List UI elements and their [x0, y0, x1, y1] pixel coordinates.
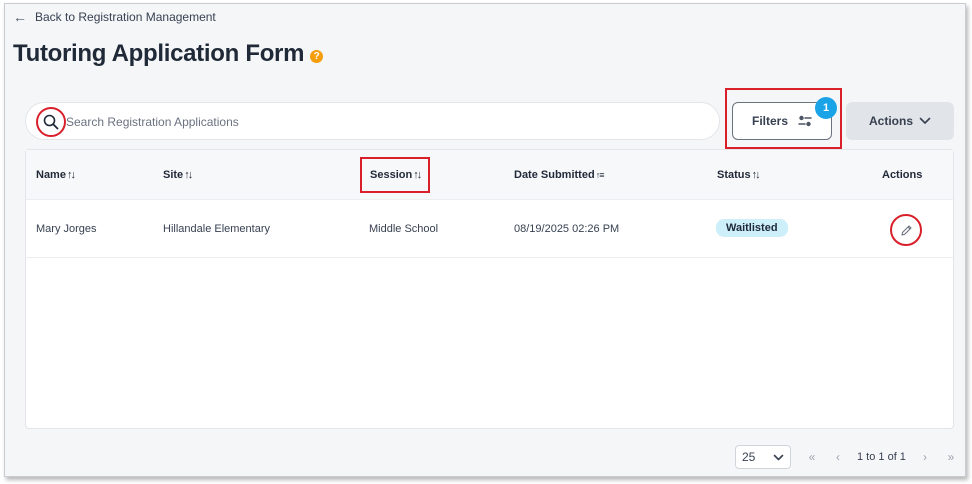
search-icon[interactable] — [36, 107, 66, 137]
back-link-label: Back to Registration Management — [35, 10, 216, 24]
search-input[interactable] — [66, 112, 706, 132]
chevron-down-icon — [919, 117, 931, 124]
filters-count-badge: 1 — [815, 97, 837, 119]
pagination: 25 « ‹ 1 to 1 of 1 › » — [735, 445, 964, 469]
column-header-label: Actions — [882, 169, 923, 181]
column-header-label: Status — [717, 169, 751, 181]
chevron-down-icon — [773, 454, 784, 460]
table-header: Name ↑↓ Site ↑↓ Session ↑↓ Date Submitted ↑≡… — [26, 150, 953, 200]
column-header-session[interactable]: Session ↑↓ — [370, 169, 422, 181]
cell-site: Hillandale Elementary — [163, 223, 270, 235]
sort-icon: ↑↓ — [184, 169, 193, 181]
search-icon-glyph — [43, 114, 59, 130]
first-page-icon[interactable]: « — [799, 450, 825, 464]
last-page-icon[interactable]: » — [938, 450, 964, 464]
applications-table: Name ↑↓ Site ↑↓ Session ↑↓ Date Submitted ↑≡… — [25, 149, 954, 429]
sort-descending-icon: ↑≡ — [595, 170, 605, 180]
column-header-label: Date Submitted — [514, 169, 595, 181]
pencil-icon — [900, 224, 912, 236]
help-icon[interactable]: ? — [310, 49, 324, 63]
search-bar — [25, 102, 720, 140]
sort-icon: ↑↓ — [751, 169, 761, 181]
filters-button-label: Filters — [751, 114, 788, 128]
next-page-icon[interactable]: › — [912, 450, 938, 464]
table-row[interactable]: Mary Jorges Hillandale Elementary Middle… — [26, 200, 953, 258]
column-header-name[interactable]: Name ↑↓ — [36, 169, 76, 181]
page-size-value: 25 — [742, 450, 756, 464]
page-title-row: Tutoring Application Form ? — [13, 40, 324, 68]
column-header-date-submitted[interactable]: Date Submitted ↑≡ — [514, 169, 605, 181]
column-header-label: Site — [163, 169, 184, 181]
previous-page-icon[interactable]: ‹ — [825, 450, 851, 464]
column-header-status[interactable]: Status ↑↓ — [717, 169, 761, 181]
sort-icon: ↑↓ — [66, 169, 76, 181]
page-size-select[interactable]: 25 — [735, 445, 791, 469]
edit-button[interactable] — [890, 214, 922, 246]
page-range: 1 to 1 of 1 — [857, 451, 906, 463]
cell-date-submitted: 08/19/2025 02:26 PM — [514, 223, 620, 235]
column-header-label: Session — [370, 169, 413, 181]
cell-session: Middle School — [369, 223, 439, 235]
page-title: Tutoring Application Form — [13, 40, 305, 67]
app-window: ← Back to Registration Management Tutori… — [4, 3, 966, 477]
column-header-label: Name — [36, 169, 66, 181]
arrow-left-icon: ← — [13, 9, 27, 25]
cell-name: Mary Jorges — [36, 223, 97, 235]
actions-button-label: Actions — [868, 114, 913, 128]
sort-icon: ↑↓ — [413, 169, 422, 181]
back-link[interactable]: ← Back to Registration Management — [13, 10, 216, 24]
sliders-icon — [798, 115, 812, 127]
actions-dropdown-button[interactable]: Actions — [846, 102, 954, 140]
status-badge: Waitlisted — [716, 219, 788, 237]
column-header-site[interactable]: Site ↑↓ — [163, 169, 193, 181]
column-header-actions: Actions — [882, 169, 922, 181]
